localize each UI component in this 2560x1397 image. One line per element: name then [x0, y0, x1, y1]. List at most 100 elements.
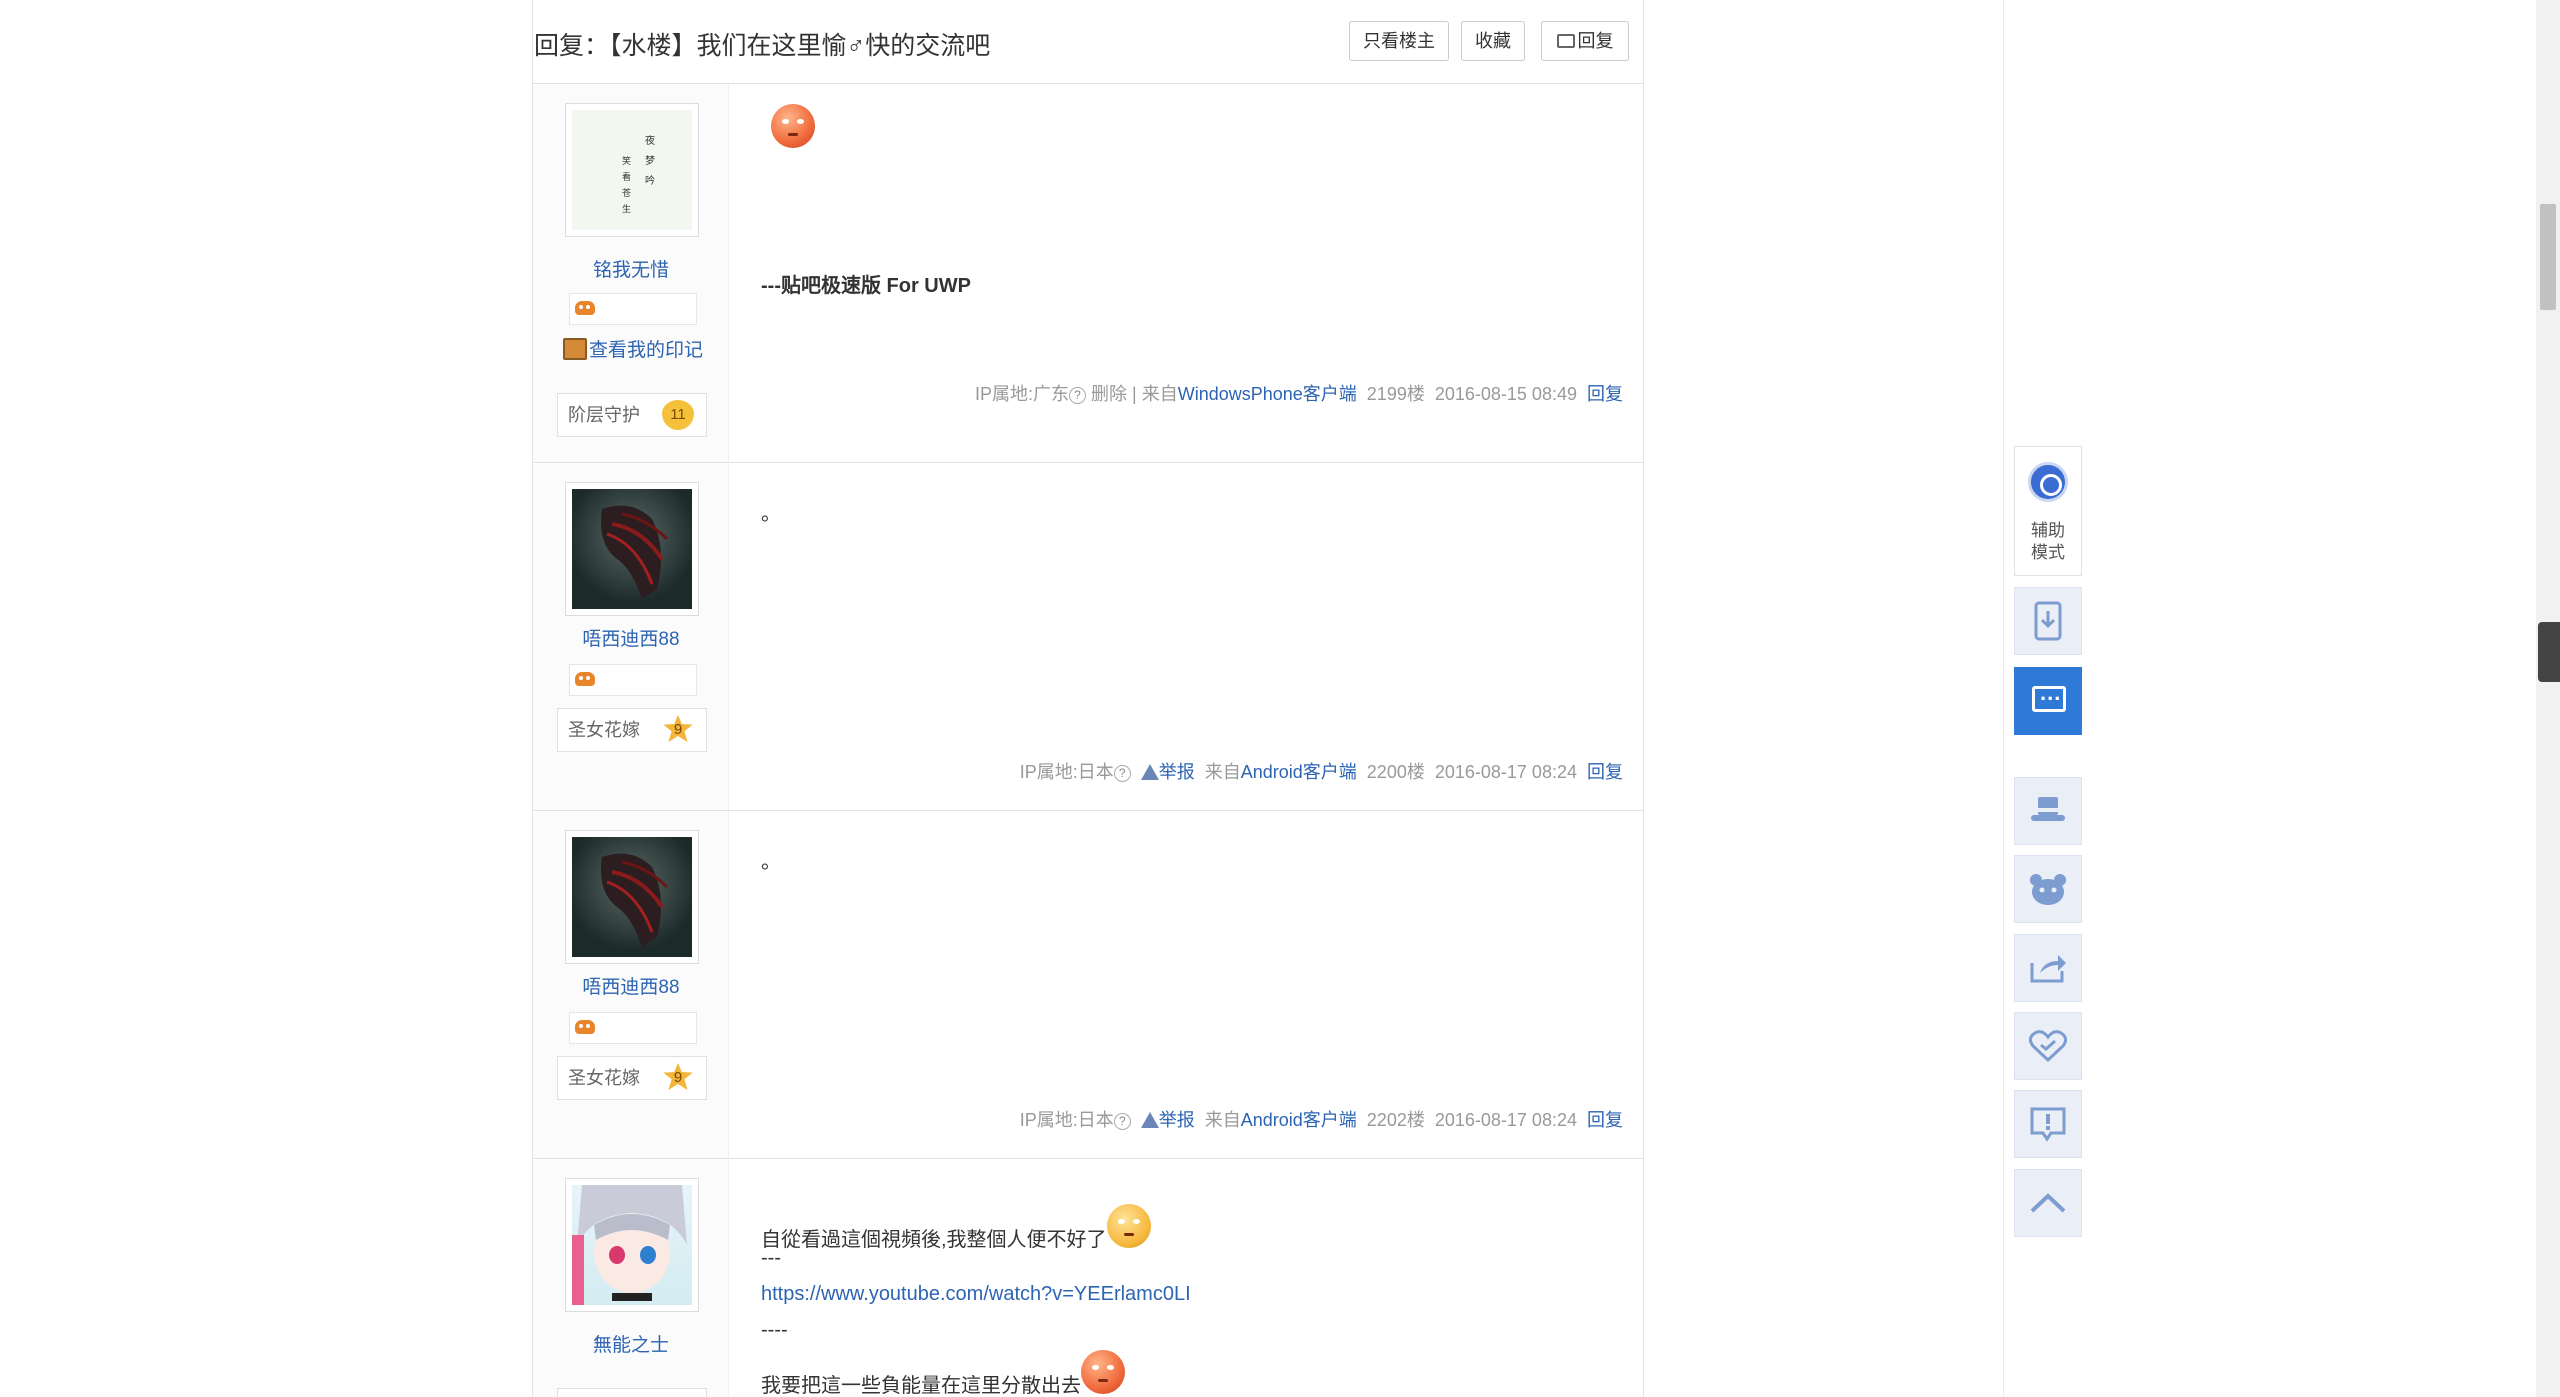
post-2202: 唔西迪西88 圣女花嫁 9 。 IP属地:日本? 举报 来自Android客户端 …: [533, 812, 1643, 1159]
avatar[interactable]: [565, 830, 699, 964]
scrollbar-thumb[interactable]: [2540, 204, 2556, 310]
post-meta: IP属地:日本? 举报 来自Android客户端 2200楼 2016-08-1…: [1020, 758, 1623, 784]
gamepad-icon[interactable]: [575, 1020, 595, 1034]
warning-icon: [1140, 764, 1159, 780]
post-content: 。: [761, 503, 781, 525]
gamepad-icon[interactable]: [575, 672, 595, 686]
post-next: 無能之士 自從看過這個視頻後,我整個人便不好了 --- https://www.…: [533, 1160, 1643, 1397]
chat-icon: [2032, 680, 2066, 712]
rank-badge: [557, 1388, 707, 1397]
diary-link-label: 查看我的印记: [589, 340, 704, 361]
help-icon[interactable]: ?: [1069, 387, 1086, 404]
post-content-line: 我要把這一些負能量在這里分散出去: [761, 1350, 1125, 1397]
bear-face-icon: [2030, 874, 2066, 905]
avatar[interactable]: 夜 梦 吟 笑 看 苍 生: [565, 103, 699, 237]
vertical-scrollbar[interactable]: [2536, 0, 2560, 1397]
post-content-line: 自從看過這個視頻後,我整個人便不好了: [761, 1204, 1151, 1258]
svg-text:笑: 笑: [622, 155, 631, 167]
user-sidebar: 夜 梦 吟 笑 看 苍 生 铭我无惜 查看我的印记 阶层守护 11: [533, 85, 729, 462]
floor-number: 2199楼: [1366, 384, 1425, 404]
svg-text:梦: 梦: [645, 155, 655, 167]
post-meta: IP属地:日本? 举报 来自Android客户端 2202楼 2016-08-1…: [1020, 1106, 1623, 1132]
heart-icon: [2028, 1030, 2068, 1063]
avatar[interactable]: [565, 1178, 699, 1312]
username[interactable]: 無能之士: [533, 1330, 729, 1357]
badge-bar: [569, 293, 697, 325]
ip-location: IP属地:日本: [1019, 762, 1114, 782]
floor-number: 2200楼: [1366, 762, 1425, 782]
avatar[interactable]: [565, 482, 699, 616]
rank-badge: 圣女花嫁 9: [557, 1056, 707, 1100]
client-link[interactable]: Android客户端: [1241, 762, 1357, 782]
client-link[interactable]: Android客户端: [1241, 1110, 1357, 1130]
warning-icon: [1140, 1112, 1159, 1128]
username[interactable]: 铭我无惜: [533, 255, 729, 282]
level-heart-icon: 11: [662, 400, 694, 430]
badge-bar: [569, 1012, 697, 1044]
report-button[interactable]: [2014, 1090, 2082, 1158]
post-content-line: ---: [761, 1247, 781, 1269]
ip-location: IP属地:广东: [974, 384, 1069, 404]
svg-text:看: 看: [622, 171, 631, 183]
avatar-image: [572, 1185, 692, 1305]
username[interactable]: 唔西迪西88: [533, 972, 729, 999]
from-label: 来自: [1204, 762, 1241, 782]
post-time: 2016-08-15 08:49: [1434, 384, 1577, 404]
rank-title: 圣女花嫁: [568, 1068, 640, 1088]
magic-hat-icon: [2031, 797, 2065, 821]
reply-link[interactable]: 回复: [1587, 1110, 1623, 1130]
post-time: 2016-08-17 08:24: [1434, 762, 1577, 782]
content-text: 我要把這一些負能量在這里分散出去: [761, 1375, 1081, 1397]
post-content: ---贴吧极速版 For UWP: [761, 275, 971, 297]
username[interactable]: 唔西迪西88: [533, 624, 729, 651]
dark-figure-avatar: [601, 853, 669, 947]
chevron-up-icon: [2030, 1193, 2066, 1213]
avatar-image: [572, 489, 692, 609]
svg-text:吟: 吟: [645, 174, 655, 187]
youtube-link[interactable]: https://www.youtube.com/watch?v=YEErlamc…: [761, 1276, 1191, 1312]
share-button[interactable]: [2014, 934, 2082, 1002]
help-icon[interactable]: ?: [1113, 1113, 1131, 1130]
rank-badge: 阶层守护 11: [557, 393, 707, 437]
client-link[interactable]: WindowsPhone客户端: [1178, 384, 1357, 404]
calligraphy-avatar: 夜 梦 吟 笑 看 苍 生: [622, 134, 655, 215]
delete-from[interactable]: 删除 | 来自: [1091, 384, 1178, 404]
favorite-button[interactable]: 收藏: [1461, 21, 1525, 61]
phone-download-icon: [2034, 601, 2062, 641]
from-label: 来自: [1204, 1110, 1241, 1130]
reply-link[interactable]: 回复: [1587, 384, 1623, 404]
avatar-image: [572, 837, 692, 957]
report-link[interactable]: 举报: [1159, 762, 1195, 782]
report-link[interactable]: 举报: [1159, 1110, 1195, 1130]
thread-title: 回复：【水楼】我们在这里愉♂快的交流吧: [534, 32, 991, 60]
svg-text:苍: 苍: [622, 187, 631, 199]
gamepad-icon[interactable]: [575, 301, 595, 315]
help-icon[interactable]: ?: [1113, 765, 1131, 782]
user-sidebar: 無能之士: [533, 1160, 729, 1397]
assist-mode-button[interactable]: 辅助 模式: [2014, 446, 2082, 576]
avatar-image: 夜 梦 吟 笑 看 苍 生: [572, 110, 692, 230]
reply-button[interactable]: 回复: [1541, 21, 1629, 61]
mobile-download-button[interactable]: [2014, 587, 2082, 655]
level-star-icon: 9: [663, 715, 693, 742]
user-sidebar: 唔西迪西88 圣女花嫁 9: [533, 812, 729, 1158]
back-to-top-button[interactable]: [2014, 1169, 2082, 1237]
content-text: 自從看過這個視頻後,我整個人便不好了: [761, 1229, 1107, 1251]
post-time: 2016-08-17 08:24: [1434, 1110, 1577, 1130]
accessibility-icon: [2028, 462, 2068, 502]
post-2200: 唔西迪西88 圣女花嫁 9 。 IP属地:日本? 举报 来自Android客户端 …: [533, 464, 1643, 811]
unhappy-emoji-icon: [1106, 1204, 1151, 1248]
only-op-button[interactable]: 只看楼主: [1349, 21, 1449, 61]
like-button[interactable]: [2014, 1012, 2082, 1080]
diary-link[interactable]: 查看我的印记: [563, 335, 703, 362]
side-panel-handle[interactable]: [2538, 622, 2560, 682]
reply-link[interactable]: 回复: [1587, 762, 1623, 782]
rank-badge: 圣女花嫁 9: [557, 708, 707, 752]
chat-button[interactable]: [2014, 667, 2082, 735]
post-content: 。: [761, 851, 781, 873]
rank-title: 圣女花嫁: [568, 720, 640, 740]
bear-button[interactable]: [2014, 855, 2082, 923]
ip-location: IP属地:日本: [1019, 1110, 1114, 1130]
magic-hat-button[interactable]: [2014, 777, 2082, 845]
post-2199: 夜 梦 吟 笑 看 苍 生 铭我无惜 查看我的印记 阶层守护 11 ---贴吧极速…: [533, 85, 1643, 463]
